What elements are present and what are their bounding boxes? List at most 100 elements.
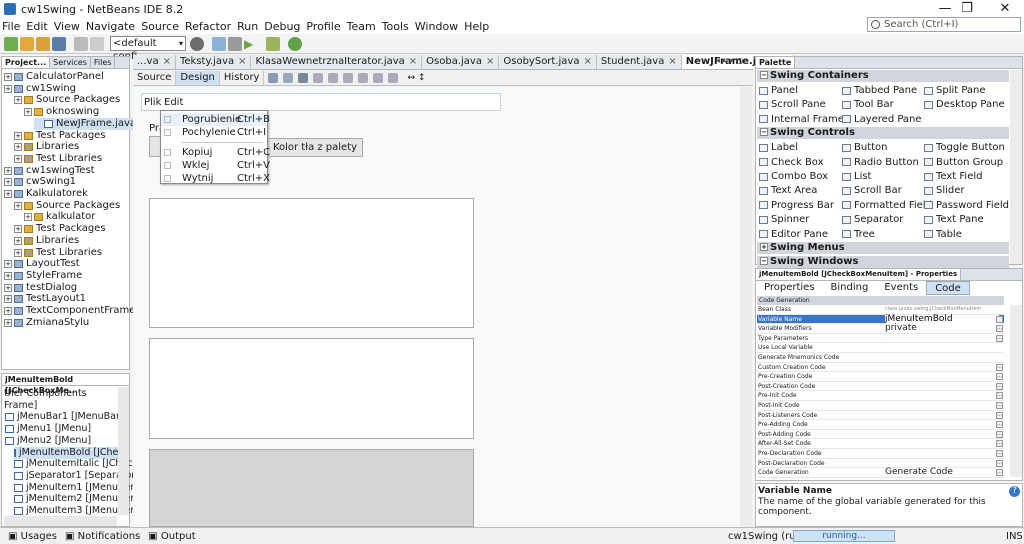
close-icon[interactable]: ×	[486, 56, 494, 67]
tree-item[interactable]: + oknoswing	[24, 106, 99, 118]
property-row[interactable]: After-All-Set Code…	[757, 439, 1004, 449]
properties-vscrollbar[interactable]	[1010, 305, 1022, 477]
tree-item[interactable]: + LayoutTest	[4, 258, 80, 270]
property-row[interactable]: Pre-Creation Code…	[757, 372, 1004, 382]
palette-group[interactable]: + Swing Menus	[757, 242, 1009, 254]
tree-item[interactable]: + Test Libraries	[14, 247, 102, 259]
tree-item[interactable]: + Libraries	[14, 235, 79, 247]
property-row[interactable]: Variable Name jMenuItemBold…	[757, 314, 1004, 325]
navigator-item[interactable]: jMenu2 [JMenu]	[5, 435, 91, 447]
property-row[interactable]: Pre-Init Code…	[757, 391, 1004, 401]
expand-icon[interactable]: +	[14, 201, 22, 210]
properties-tab-events[interactable]: Events	[876, 281, 926, 295]
palette-item[interactable]: Formatted Field	[842, 199, 932, 212]
palette-item[interactable]: Tool Bar	[842, 98, 894, 111]
configuration-select[interactable]: <default confi... ▾	[110, 36, 186, 62]
menu-source[interactable]: Source	[138, 19, 182, 34]
save-all-icon[interactable]	[52, 36, 66, 51]
ellipsis-button[interactable]: …	[996, 334, 1003, 342]
maximize-button[interactable]: ❐	[950, 0, 984, 18]
notifications-tab[interactable]: ▣ Notifications	[65, 531, 140, 542]
new-file-icon[interactable]	[20, 36, 34, 51]
ellipsis-button[interactable]: …	[996, 315, 1003, 323]
popup-item-kopiuj[interactable]: Kopiuj Ctrl+C	[161, 146, 270, 159]
property-row[interactable]: Post-Init Code…	[757, 401, 1004, 411]
ellipsis-button[interactable]: …	[996, 382, 1003, 390]
ellipsis-button[interactable]: …	[996, 402, 1003, 409]
property-row[interactable]: Type Parameters…	[757, 334, 1004, 344]
property-row[interactable]: Post-Creation Code…	[757, 382, 1004, 392]
new-project-icon[interactable]	[4, 36, 18, 51]
tree-item[interactable]: + Kalkulatorek	[4, 188, 88, 200]
navigator-item[interactable]: Frame]	[4, 400, 37, 412]
property-row[interactable]: Post-Declaration Code…	[757, 459, 1004, 469]
palette-item[interactable]: Tree	[842, 228, 875, 241]
output-tab[interactable]: ▣ Output	[148, 531, 195, 542]
ellipsis-button[interactable]: …	[996, 373, 1003, 381]
expand-icon[interactable]: +	[4, 260, 12, 269]
ellipsis-button[interactable]: …	[996, 421, 1003, 429]
redo-icon[interactable]	[90, 36, 104, 51]
ellipsis-button[interactable]: …	[996, 440, 1003, 448]
palette-item[interactable]: Password Field	[924, 199, 1009, 212]
ellipsis-button[interactable]: …	[996, 363, 1003, 371]
menu-refactor[interactable]: Refactor	[182, 19, 234, 34]
menu-plik[interactable]: Plik	[144, 97, 161, 108]
resize-horizontal-icon[interactable]: ↔	[407, 73, 415, 83]
menu-help[interactable]: Help	[461, 19, 492, 34]
menu-profile[interactable]: Profile	[303, 19, 343, 34]
palette-item[interactable]: Slider	[924, 184, 965, 197]
expand-icon[interactable]: +	[14, 236, 22, 245]
clean-build-icon[interactable]	[228, 36, 242, 51]
palette-item[interactable]: Check Box	[759, 156, 824, 169]
align-middle-icon[interactable]	[388, 72, 399, 83]
expand-icon[interactable]: +	[4, 166, 12, 175]
menu-navigate[interactable]: Navigate	[83, 19, 138, 34]
profile-icon[interactable]	[288, 36, 302, 51]
expand-icon[interactable]: +	[14, 131, 22, 140]
palette-group[interactable]: − Swing Windows	[757, 256, 1009, 268]
resize-vertical-icon[interactable]: ↕	[418, 73, 426, 83]
menu-run[interactable]: Run	[234, 19, 261, 34]
build-icon[interactable]	[212, 36, 226, 51]
tree-item[interactable]: + TestLayout1	[4, 293, 86, 305]
tree-item[interactable]: + ZmianaStylu	[4, 317, 89, 329]
menu-window[interactable]: Window	[412, 19, 461, 34]
help-icon[interactable]: ?	[1009, 486, 1020, 497]
editor-tab[interactable]: KlasaWewnetrznaIterator.java ×	[251, 55, 423, 69]
property-row[interactable]: Code Generation Generate Code…	[757, 468, 1004, 478]
ellipsis-button[interactable]: …	[996, 459, 1003, 467]
expand-icon[interactable]: +	[14, 248, 22, 257]
palette-item[interactable]: Text Area	[759, 184, 817, 197]
palette-item[interactable]: Separator	[842, 213, 903, 226]
palette-item[interactable]: Scroll Pane	[759, 98, 826, 111]
expand-icon[interactable]: +	[14, 96, 22, 105]
search-input[interactable]: Search (Ctrl+I)	[867, 17, 1021, 32]
palette-item[interactable]: Editor Pane	[759, 228, 828, 241]
palette-item[interactable]: Button	[842, 141, 888, 154]
navigator-item[interactable]: jMenuItemBold [JCheck	[14, 446, 129, 459]
menu-edit[interactable]: Edit	[23, 19, 50, 34]
menu-tools[interactable]: Tools	[379, 19, 412, 34]
property-row[interactable]: Pre-Adding Code…	[757, 420, 1004, 430]
navigator-item[interactable]: jMenuBar1 [JMenuBar]	[5, 411, 124, 423]
palette-item[interactable]: Panel	[759, 84, 798, 97]
editor-tab[interactable]: Osoba.java ×	[422, 55, 500, 69]
expand-icon[interactable]: +	[24, 213, 32, 222]
palette-item[interactable]: Toggle Button	[924, 141, 1005, 154]
property-row[interactable]: Pre-Declaration Code…	[757, 449, 1004, 459]
palette-item[interactable]: Scroll Bar	[842, 184, 902, 197]
tree-item[interactable]: + Test Packages	[14, 223, 106, 235]
menu-file[interactable]: File	[0, 19, 23, 34]
palette-item[interactable]: Desktop Pane	[924, 98, 1005, 111]
palette-group[interactable]: − Swing Containers	[757, 70, 1009, 82]
expand-icon[interactable]: +	[4, 318, 12, 327]
preview-icon[interactable]	[298, 72, 309, 83]
tree-item[interactable]: + Source Packages	[14, 94, 120, 106]
popup-item-pochylenie[interactable]: Pochylenie Ctrl+I	[161, 126, 267, 139]
menu-edit[interactable]: Edit	[164, 97, 183, 108]
palette-item[interactable]: Label	[759, 141, 798, 154]
expand-icon[interactable]: +	[14, 143, 22, 152]
expand-icon[interactable]: +	[24, 108, 32, 117]
palette-item[interactable]: Button Group	[924, 156, 1003, 169]
